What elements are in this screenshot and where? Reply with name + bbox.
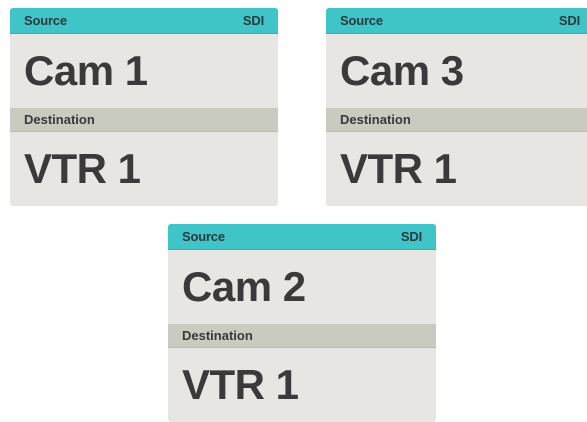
destination-header: Destination xyxy=(10,108,278,132)
signal-format-label: SDI xyxy=(400,229,422,244)
source-name[interactable]: Cam 1 xyxy=(10,34,278,108)
signal-format-label: SDI xyxy=(242,13,264,28)
source-label: Source xyxy=(182,229,225,244)
router-panel-cam-3[interactable]: Source SDI Cam 3 Destination VTR 1 xyxy=(326,8,587,206)
destination-name[interactable]: VTR 1 xyxy=(168,348,436,422)
source-header: Source SDI xyxy=(326,8,587,34)
source-name[interactable]: Cam 3 xyxy=(326,34,587,108)
destination-header: Destination xyxy=(168,324,436,348)
signal-format-label: SDI xyxy=(558,13,580,28)
source-header: Source SDI xyxy=(10,8,278,34)
source-header: Source SDI xyxy=(168,224,436,250)
destination-name[interactable]: VTR 1 xyxy=(326,132,587,206)
source-name[interactable]: Cam 2 xyxy=(168,250,436,324)
source-label: Source xyxy=(24,13,67,28)
router-panel-cam-2[interactable]: Source SDI Cam 2 Destination VTR 1 xyxy=(168,224,436,422)
destination-header: Destination xyxy=(326,108,587,132)
source-label: Source xyxy=(340,13,383,28)
destination-name[interactable]: VTR 1 xyxy=(10,132,278,206)
router-panel-cam-1[interactable]: Source SDI Cam 1 Destination VTR 1 xyxy=(10,8,278,206)
